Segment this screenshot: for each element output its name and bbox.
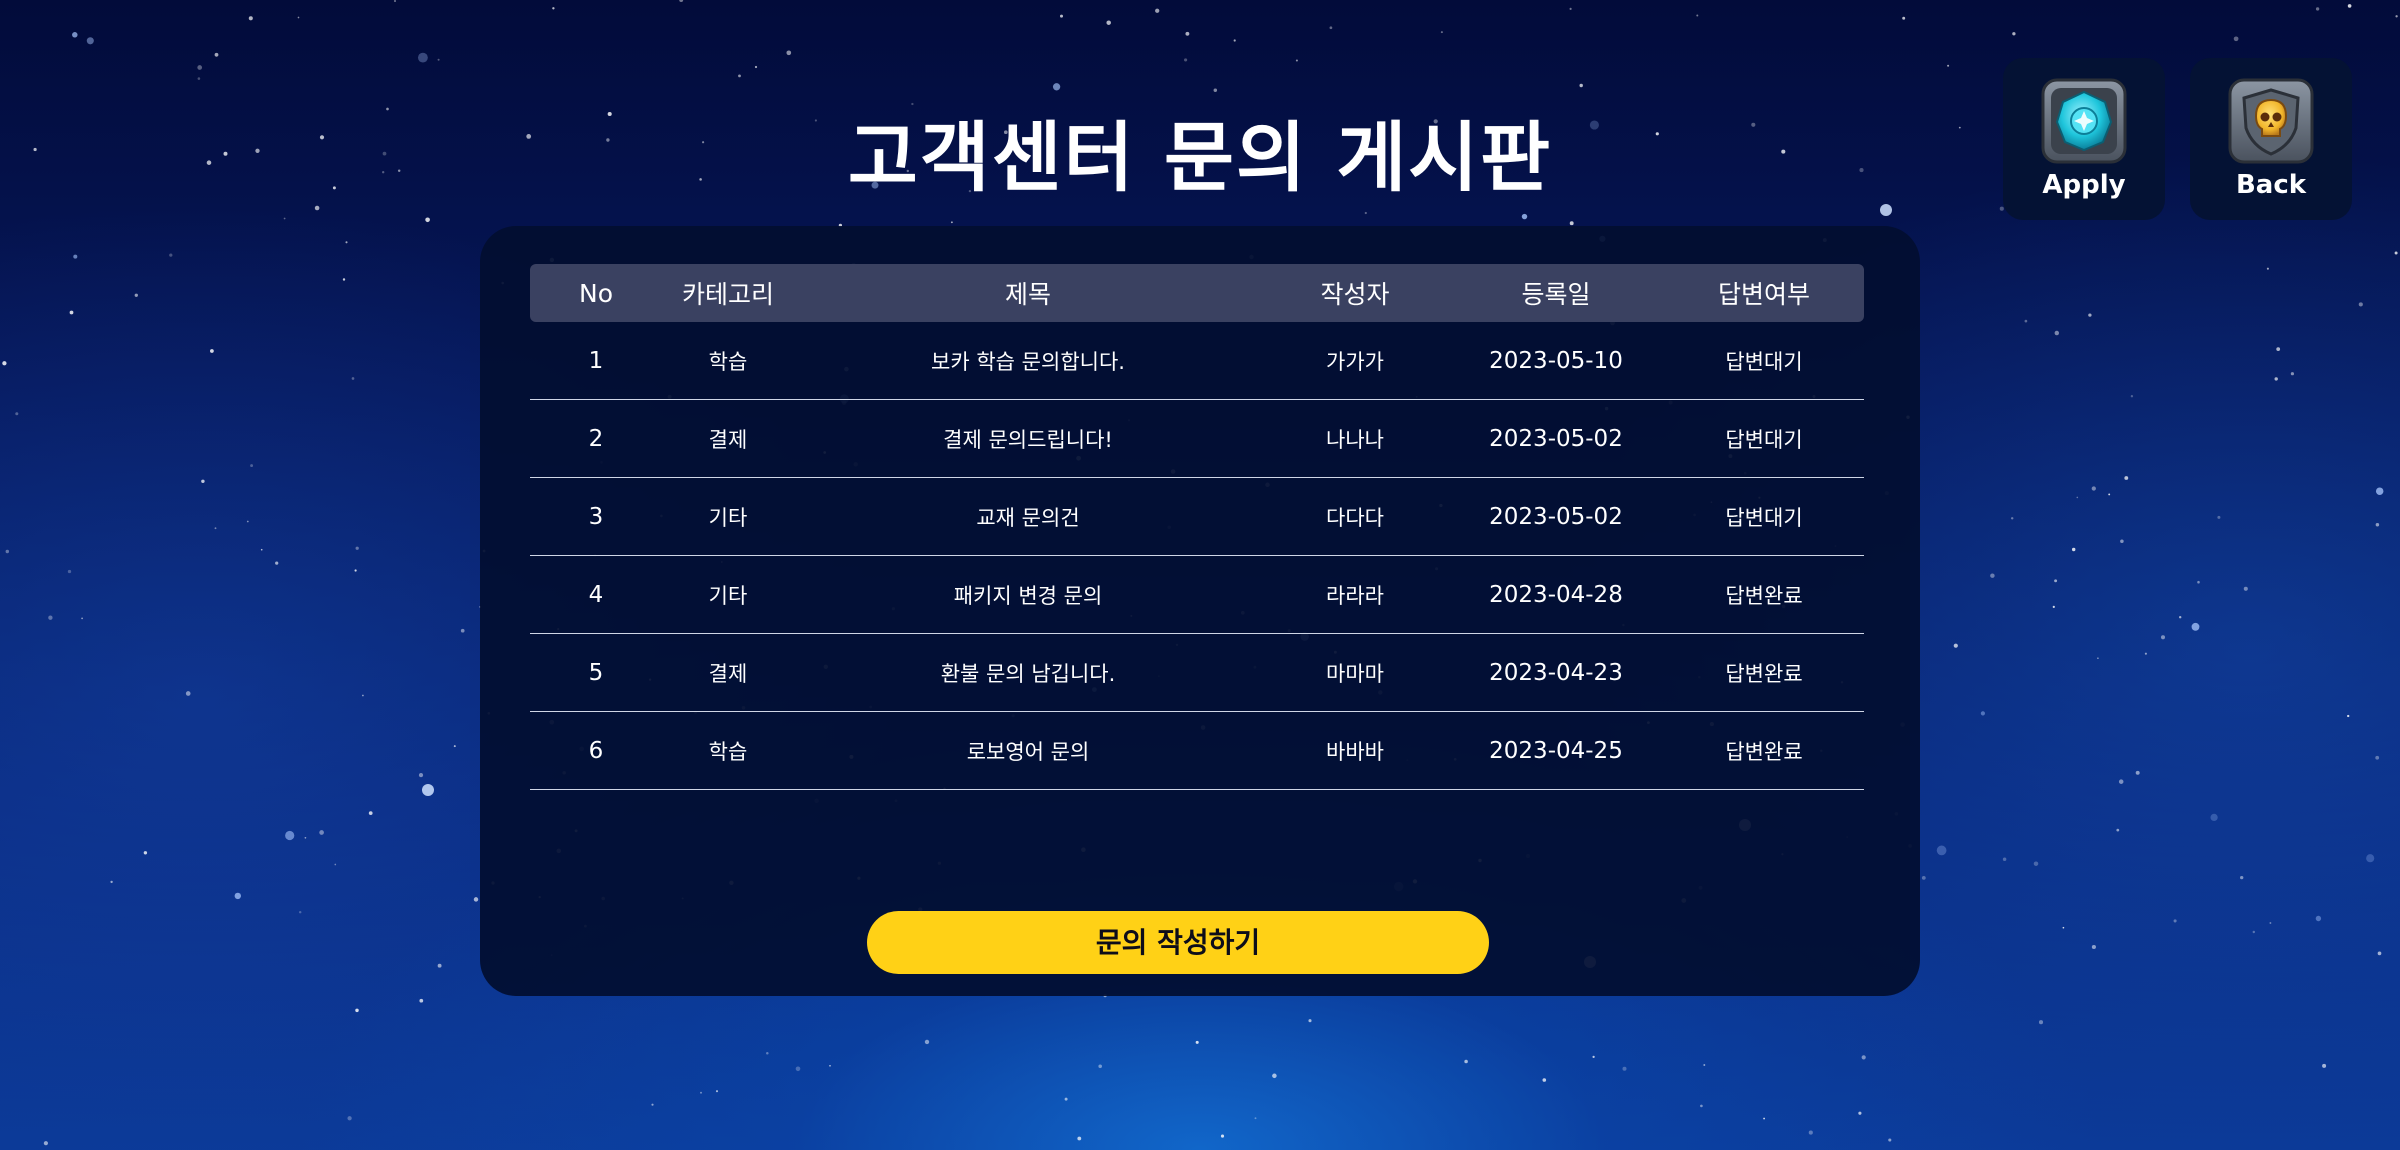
row-status: 답변완료: [1725, 739, 1803, 764]
row-date: 2023-05-02: [1489, 425, 1623, 452]
row-category: 결제: [708, 661, 748, 686]
table-row[interactable]: 5 결제 환불 문의 남깁니다. 마마마 2023-04-23 답변완료: [530, 634, 1864, 712]
row-author: 나나나: [1326, 427, 1384, 452]
row-date: 2023-05-02: [1489, 503, 1623, 530]
page-title: 고객센터 문의 게시판: [847, 113, 1553, 202]
inquiry-board-panel: No 카테고리 제목 작성자 등록일 답변여부 1 학습 보카 학습 문의합니다…: [480, 226, 1920, 996]
row-title: 보카 학습 문의합니다.: [931, 349, 1125, 374]
table-row[interactable]: 1 학습 보카 학습 문의합니다. 가가가 2023-05-10 답변대기: [530, 322, 1864, 400]
row-status: 답변완료: [1725, 583, 1803, 608]
row-author: 라라라: [1326, 583, 1384, 608]
row-status: 답변대기: [1725, 427, 1803, 452]
row-date: 2023-04-23: [1489, 659, 1623, 686]
table-row[interactable]: 2 결제 결제 문의드립니다! 나나나 2023-05-02 답변대기: [530, 400, 1864, 478]
column-header-no: No: [579, 278, 613, 308]
table-row[interactable]: 6 학습 로보영어 문의 바바바 2023-04-25 답변완료: [530, 712, 1864, 790]
row-no: 1: [588, 347, 604, 374]
row-category: 학습: [708, 349, 748, 374]
column-header-title: 제목: [1004, 280, 1051, 309]
row-title: 교재 문의건: [976, 505, 1080, 530]
row-category: 학습: [708, 739, 748, 764]
back-button-label: Back: [2235, 170, 2307, 200]
skull-shield-icon: [2228, 78, 2314, 164]
apply-button-label: Apply: [2042, 170, 2126, 200]
table-row[interactable]: 3 기타 교재 문의건 다다다 2023-05-02 답변대기: [530, 478, 1864, 556]
row-no: 3: [588, 503, 604, 530]
row-title: 패키지 변경 문의: [953, 583, 1103, 608]
row-title: 환불 문의 남깁니다.: [940, 661, 1116, 686]
write-inquiry-button[interactable]: 문의 작성하기: [867, 911, 1489, 974]
row-no: 2: [588, 425, 604, 452]
column-header-date: 등록일: [1521, 280, 1591, 309]
row-author: 바바바: [1326, 739, 1384, 764]
table-row[interactable]: 4 기타 패키지 변경 문의 라라라 2023-04-28 답변완료: [530, 556, 1864, 634]
row-status: 답변완료: [1725, 661, 1803, 686]
row-no: 6: [588, 737, 604, 764]
inquiry-table: No 카테고리 제목 작성자 등록일 답변여부 1 학습 보카 학습 문의합니다…: [530, 264, 1864, 790]
column-header-category: 카테고리: [681, 280, 774, 309]
apply-button[interactable]: Apply: [2003, 58, 2165, 220]
row-title: 로보영어 문의: [966, 739, 1090, 764]
row-status: 답변대기: [1725, 505, 1803, 530]
table-header-row: No 카테고리 제목 작성자 등록일 답변여부: [530, 264, 1864, 322]
row-date: 2023-05-10: [1489, 347, 1623, 374]
back-button[interactable]: Back: [2190, 58, 2352, 220]
row-author: 가가가: [1326, 349, 1384, 374]
row-title: 결제 문의드립니다!: [943, 427, 1113, 452]
column-header-status: 답변여부: [1717, 280, 1810, 309]
row-category: 결제: [708, 427, 748, 452]
row-status: 답변대기: [1725, 349, 1803, 374]
row-author: 마마마: [1326, 661, 1384, 686]
row-no: 5: [588, 659, 604, 686]
row-category: 기타: [708, 583, 748, 608]
column-header-author: 작성자: [1320, 280, 1390, 309]
row-category: 기타: [708, 505, 748, 530]
row-date: 2023-04-25: [1489, 737, 1623, 764]
row-date: 2023-04-28: [1489, 581, 1623, 608]
row-no: 4: [588, 581, 604, 608]
row-author: 다다다: [1326, 505, 1384, 530]
gem-shield-icon: [2041, 78, 2127, 164]
